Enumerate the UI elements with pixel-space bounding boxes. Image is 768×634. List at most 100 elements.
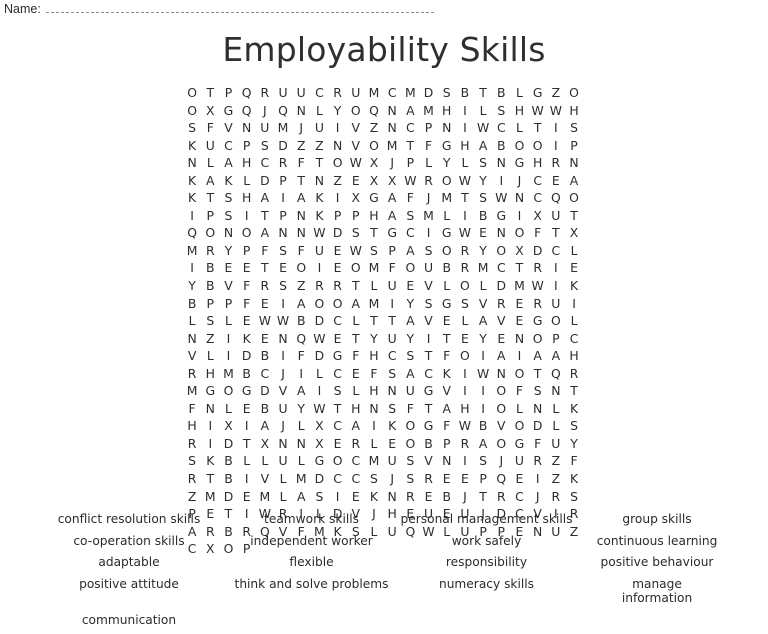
grid-cell[interactable]: P bbox=[219, 295, 237, 313]
grid-cell[interactable]: Y bbox=[474, 242, 492, 260]
grid-cell[interactable]: Q bbox=[238, 102, 256, 120]
grid-cell[interactable]: H bbox=[183, 417, 201, 435]
grid-cell[interactable]: I bbox=[219, 347, 237, 365]
grid-cell[interactable]: L bbox=[419, 154, 437, 172]
grid-cell[interactable]: J bbox=[492, 452, 510, 470]
grid-cell[interactable]: W bbox=[310, 224, 328, 242]
grid-cell[interactable]: B bbox=[419, 435, 437, 453]
grid-cell[interactable]: E bbox=[438, 312, 456, 330]
grid-cell[interactable]: N bbox=[438, 452, 456, 470]
grid-cell[interactable]: F bbox=[438, 347, 456, 365]
grid-cell[interactable]: C bbox=[510, 488, 528, 506]
grid-cell[interactable]: E bbox=[438, 470, 456, 488]
grid-cell[interactable]: E bbox=[492, 330, 510, 348]
grid-cell[interactable]: C bbox=[492, 119, 510, 137]
grid-cell[interactable]: L bbox=[365, 435, 383, 453]
grid-cell[interactable]: S bbox=[419, 242, 437, 260]
grid-cell[interactable]: N bbox=[310, 172, 328, 190]
grid-cell[interactable]: G bbox=[438, 137, 456, 155]
grid-cell[interactable]: V bbox=[256, 470, 274, 488]
grid-cell[interactable]: Y bbox=[401, 330, 419, 348]
grid-cell[interactable]: M bbox=[474, 259, 492, 277]
grid-cell[interactable]: X bbox=[256, 435, 274, 453]
grid-cell[interactable]: U bbox=[510, 452, 528, 470]
grid-cell[interactable]: E bbox=[383, 435, 401, 453]
grid-cell[interactable]: A bbox=[383, 189, 401, 207]
grid-cell[interactable]: T bbox=[365, 224, 383, 242]
grid-cell[interactable]: D bbox=[529, 242, 547, 260]
grid-cell[interactable]: B bbox=[238, 365, 256, 383]
grid-cell[interactable]: T bbox=[329, 400, 347, 418]
grid-cell[interactable]: E bbox=[419, 488, 437, 506]
grid-cell[interactable]: T bbox=[565, 382, 583, 400]
grid-cell[interactable]: C bbox=[329, 365, 347, 383]
grid-cell[interactable]: A bbox=[292, 295, 310, 313]
grid-cell[interactable]: F bbox=[292, 347, 310, 365]
grid-cell[interactable]: N bbox=[292, 102, 310, 120]
grid-cell[interactable]: S bbox=[529, 382, 547, 400]
grid-cell[interactable]: I bbox=[292, 365, 310, 383]
grid-cell[interactable]: H bbox=[565, 347, 583, 365]
grid-cell[interactable]: I bbox=[456, 102, 474, 120]
grid-cell[interactable]: S bbox=[565, 417, 583, 435]
grid-cell[interactable]: T bbox=[201, 470, 219, 488]
grid-cell[interactable]: A bbox=[256, 417, 274, 435]
grid-cell[interactable]: W bbox=[456, 172, 474, 190]
grid-cell[interactable]: E bbox=[329, 330, 347, 348]
grid-cell[interactable]: L bbox=[219, 312, 237, 330]
grid-cell[interactable]: S bbox=[492, 102, 510, 120]
grid-cell[interactable]: F bbox=[419, 137, 437, 155]
grid-cell[interactable]: H bbox=[565, 102, 583, 120]
grid-cell[interactable]: R bbox=[329, 84, 347, 102]
grid-cell[interactable]: T bbox=[383, 312, 401, 330]
grid-cell[interactable]: L bbox=[456, 154, 474, 172]
grid-cell[interactable]: M bbox=[419, 102, 437, 120]
grid-cell[interactable]: C bbox=[329, 417, 347, 435]
grid-cell[interactable]: P bbox=[329, 207, 347, 225]
grid-cell[interactable]: J bbox=[510, 172, 528, 190]
grid-cell[interactable]: A bbox=[219, 154, 237, 172]
grid-cell[interactable]: S bbox=[474, 189, 492, 207]
grid-cell[interactable]: L bbox=[183, 312, 201, 330]
grid-cell[interactable]: W bbox=[274, 312, 292, 330]
grid-cell[interactable]: I bbox=[492, 172, 510, 190]
grid-cell[interactable]: L bbox=[474, 102, 492, 120]
grid-cell[interactable]: N bbox=[510, 189, 528, 207]
grid-cell[interactable]: D bbox=[310, 312, 328, 330]
grid-cell[interactable]: A bbox=[292, 488, 310, 506]
grid-cell[interactable]: E bbox=[510, 295, 528, 313]
grid-cell[interactable]: T bbox=[529, 119, 547, 137]
grid-cell[interactable]: D bbox=[219, 488, 237, 506]
grid-cell[interactable]: G bbox=[201, 382, 219, 400]
grid-cell[interactable]: O bbox=[401, 417, 419, 435]
grid-cell[interactable]: N bbox=[492, 224, 510, 242]
grid-cell[interactable]: W bbox=[310, 400, 328, 418]
grid-cell[interactable]: P bbox=[238, 242, 256, 260]
grid-cell[interactable]: J bbox=[256, 102, 274, 120]
grid-cell[interactable]: J bbox=[383, 470, 401, 488]
grid-cell[interactable]: R bbox=[419, 172, 437, 190]
grid-cell[interactable]: O bbox=[510, 224, 528, 242]
grid-cell[interactable]: I bbox=[274, 189, 292, 207]
grid-cell[interactable]: Y bbox=[474, 172, 492, 190]
grid-cell[interactable]: A bbox=[383, 207, 401, 225]
grid-cell[interactable]: Q bbox=[492, 470, 510, 488]
grid-cell[interactable]: N bbox=[529, 400, 547, 418]
grid-cell[interactable]: A bbox=[201, 172, 219, 190]
grid-cell[interactable]: A bbox=[474, 312, 492, 330]
grid-cell[interactable]: S bbox=[474, 452, 492, 470]
grid-cell[interactable]: Z bbox=[292, 277, 310, 295]
grid-cell[interactable]: M bbox=[292, 470, 310, 488]
grid-cell[interactable]: P bbox=[201, 295, 219, 313]
grid-cell[interactable]: I bbox=[456, 382, 474, 400]
grid-cell[interactable]: B bbox=[438, 259, 456, 277]
grid-cell[interactable]: O bbox=[347, 259, 365, 277]
grid-cell[interactable]: F bbox=[201, 119, 219, 137]
grid-cell[interactable]: N bbox=[201, 400, 219, 418]
grid-cell[interactable]: S bbox=[456, 295, 474, 313]
grid-cell[interactable]: G bbox=[419, 382, 437, 400]
grid-cell[interactable]: U bbox=[310, 119, 328, 137]
grid-cell[interactable]: M bbox=[365, 259, 383, 277]
grid-cell[interactable]: E bbox=[238, 259, 256, 277]
grid-cell[interactable]: S bbox=[347, 224, 365, 242]
